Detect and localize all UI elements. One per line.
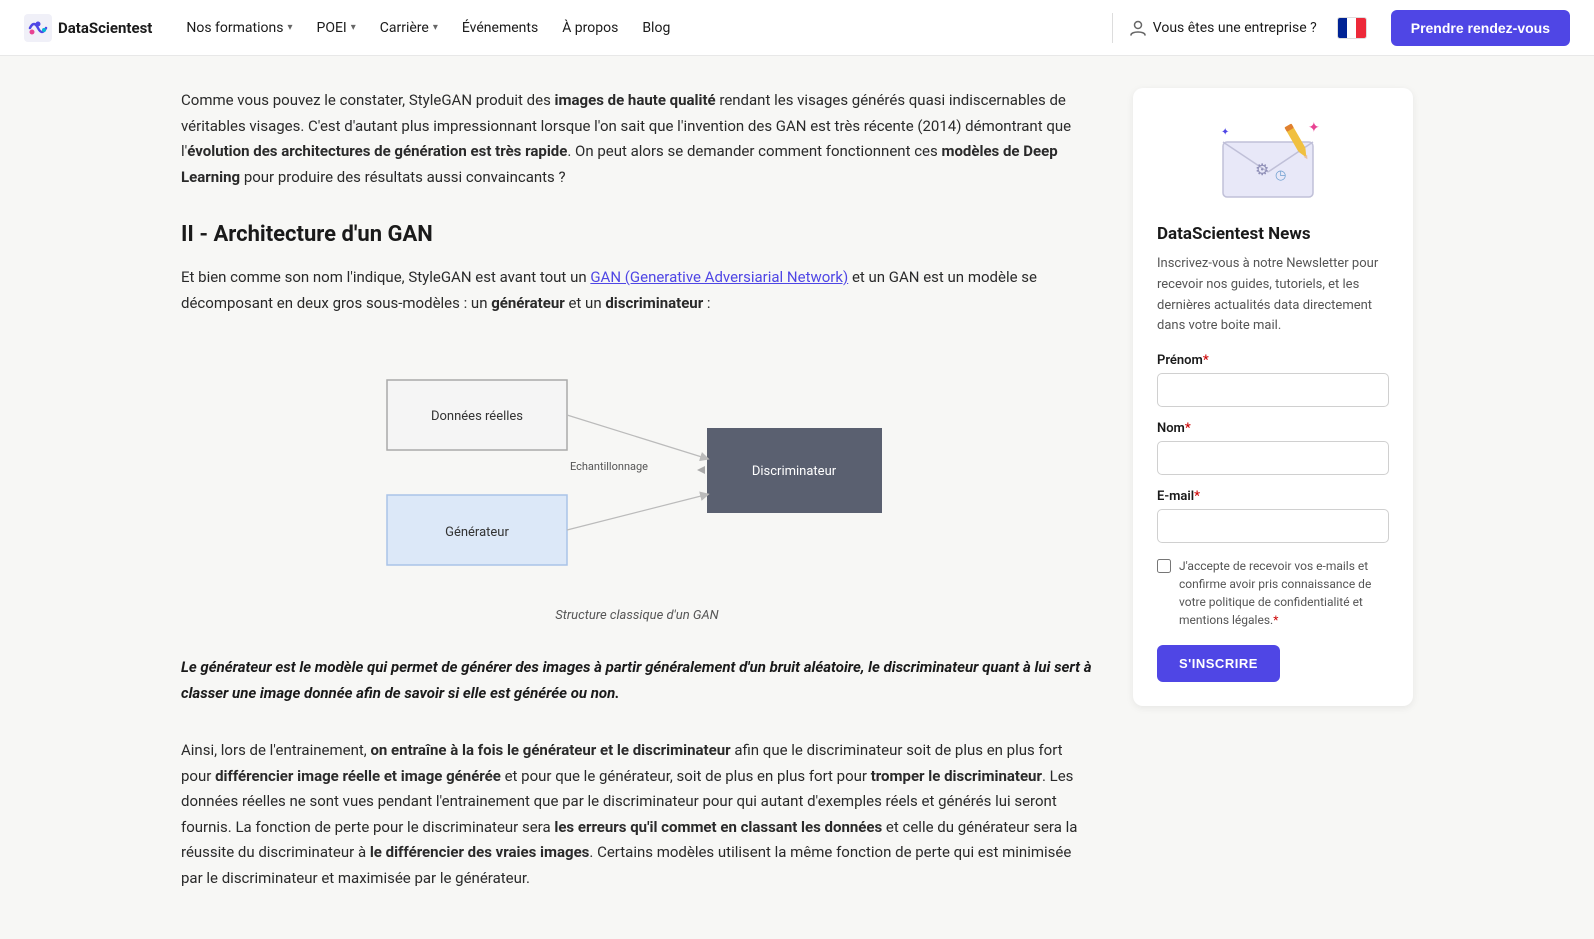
nav-evenements-label: Événements [462,20,538,36]
sidebar-description: Inscrivez-vous à notre Newsletter pour r… [1157,254,1389,337]
subscribe-button[interactable]: S'INSCRIRE [1157,645,1280,682]
echantillonnage-label: Echantillonnage [570,460,648,473]
consent-checkbox[interactable] [1157,559,1171,573]
main-content: Comme vous pouvez le constater, StyleGAN… [181,88,1093,907]
box-donnees-label: Données réelles [431,409,523,424]
flag-white [1347,18,1356,38]
logo[interactable]: DataScientest [24,14,152,42]
chevron-down-icon: ▾ [287,22,292,33]
navbar: DataScientest Nos formations ▾ POEI ▾ Ca… [0,0,1594,56]
nav-evenements[interactable]: Événements [452,14,548,42]
chevron-down-icon: ▾ [433,22,438,33]
quote-block: Le générateur est le modèle qui permet d… [181,655,1093,706]
email-input[interactable] [1157,509,1389,543]
nav-enterprise[interactable]: Vous êtes une entreprise ? [1129,19,1317,37]
enterprise-icon [1129,19,1147,37]
logo-text: DataScientest [58,19,152,37]
email-required: * [1194,489,1200,504]
sidebar-title: DataScientest News [1157,224,1389,244]
nav-nos-formations[interactable]: Nos formations ▾ [176,14,302,42]
checkbox-label: J'accepte de recevoir vos e-mails et con… [1179,557,1389,629]
logo-icon [24,14,52,42]
nav-apropos[interactable]: À propos [552,14,628,42]
diagram-caption: Structure classique d'un GAN [555,608,718,623]
prenom-label: Prénom* [1157,353,1389,368]
sidebar: ✦ ✦ ⚙ ◷ DataScientest News Inscrivez-vou… [1133,88,1413,907]
nav-poei-label: POEI [317,20,347,36]
box-generateur-label: Générateur [445,525,509,540]
enterprise-label: Vous êtes une entreprise ? [1153,20,1317,36]
section-intro: Et bien comme son nom l'indique, StyleGA… [181,265,1093,316]
arrow-donnees-discriminateur [567,415,705,458]
nav-blog[interactable]: Blog [632,14,680,42]
prenom-input[interactable] [1157,373,1389,407]
email-label: E-mail* [1157,489,1389,504]
sidebar-card: ✦ ✦ ⚙ ◷ DataScientest News Inscrivez-vou… [1133,88,1413,706]
svg-text:✦: ✦ [1221,127,1229,138]
nom-required: * [1185,421,1191,436]
nav-blog-label: Blog [642,20,670,36]
checkbox-required: * [1273,613,1278,627]
nav-carriere-label: Carrière [380,20,429,36]
arrow-generateur-discriminateur [567,495,705,530]
newsletter-form: Prénom* Nom* E-mail* J'accepte de recevo… [1157,353,1389,682]
gan-diagram-container: Données réelles Générateur Discriminateu… [181,340,1093,623]
cta-rendez-vous-button[interactable]: Prendre rendez-vous [1391,10,1570,46]
box-discriminateur-label: Discriminateur [752,464,837,479]
nom-input[interactable] [1157,441,1389,475]
section-heading: II - Architecture d'un GAN [181,222,1093,247]
echantillonnage-arrow [697,466,705,474]
nav-items: Nos formations ▾ POEI ▾ Carrière ▾ Événe… [176,14,1095,42]
chevron-down-icon: ▾ [351,22,356,33]
svg-text:⚙: ⚙ [1255,160,1269,179]
page-layout: Comme vous pouvez le constater, StyleGAN… [157,56,1437,939]
nav-carriere[interactable]: Carrière ▾ [370,14,448,42]
france-flag[interactable] [1337,17,1367,39]
gan-link[interactable]: GAN (Generative Adversiarial Network) [590,268,848,286]
quote-text: Le générateur est le modèle qui permet d… [181,658,1092,702]
prenom-required: * [1203,353,1209,368]
nav-apropos-label: À propos [562,20,618,36]
intro-paragraph: Comme vous pouvez le constater, StyleGAN… [181,88,1093,190]
nom-label: Nom* [1157,421,1389,436]
nav-divider [1112,13,1113,43]
svg-text:◷: ◷ [1275,168,1286,183]
gan-diagram: Données réelles Générateur Discriminateu… [357,340,917,600]
flag-red [1356,18,1365,38]
nav-poei[interactable]: POEI ▾ [307,14,366,42]
nav-nos-formations-label: Nos formations [186,20,283,36]
svg-text:✦: ✦ [1308,120,1320,136]
checkbox-row: J'accepte de recevoir vos e-mails et con… [1157,557,1389,629]
body-paragraph: Ainsi, lors de l'entrainement, on entraî… [181,738,1093,891]
flag-blue [1338,18,1347,38]
newsletter-illustration: ✦ ✦ ⚙ ◷ [1213,117,1333,207]
sidebar-illustration: ✦ ✦ ⚙ ◷ [1157,112,1389,212]
